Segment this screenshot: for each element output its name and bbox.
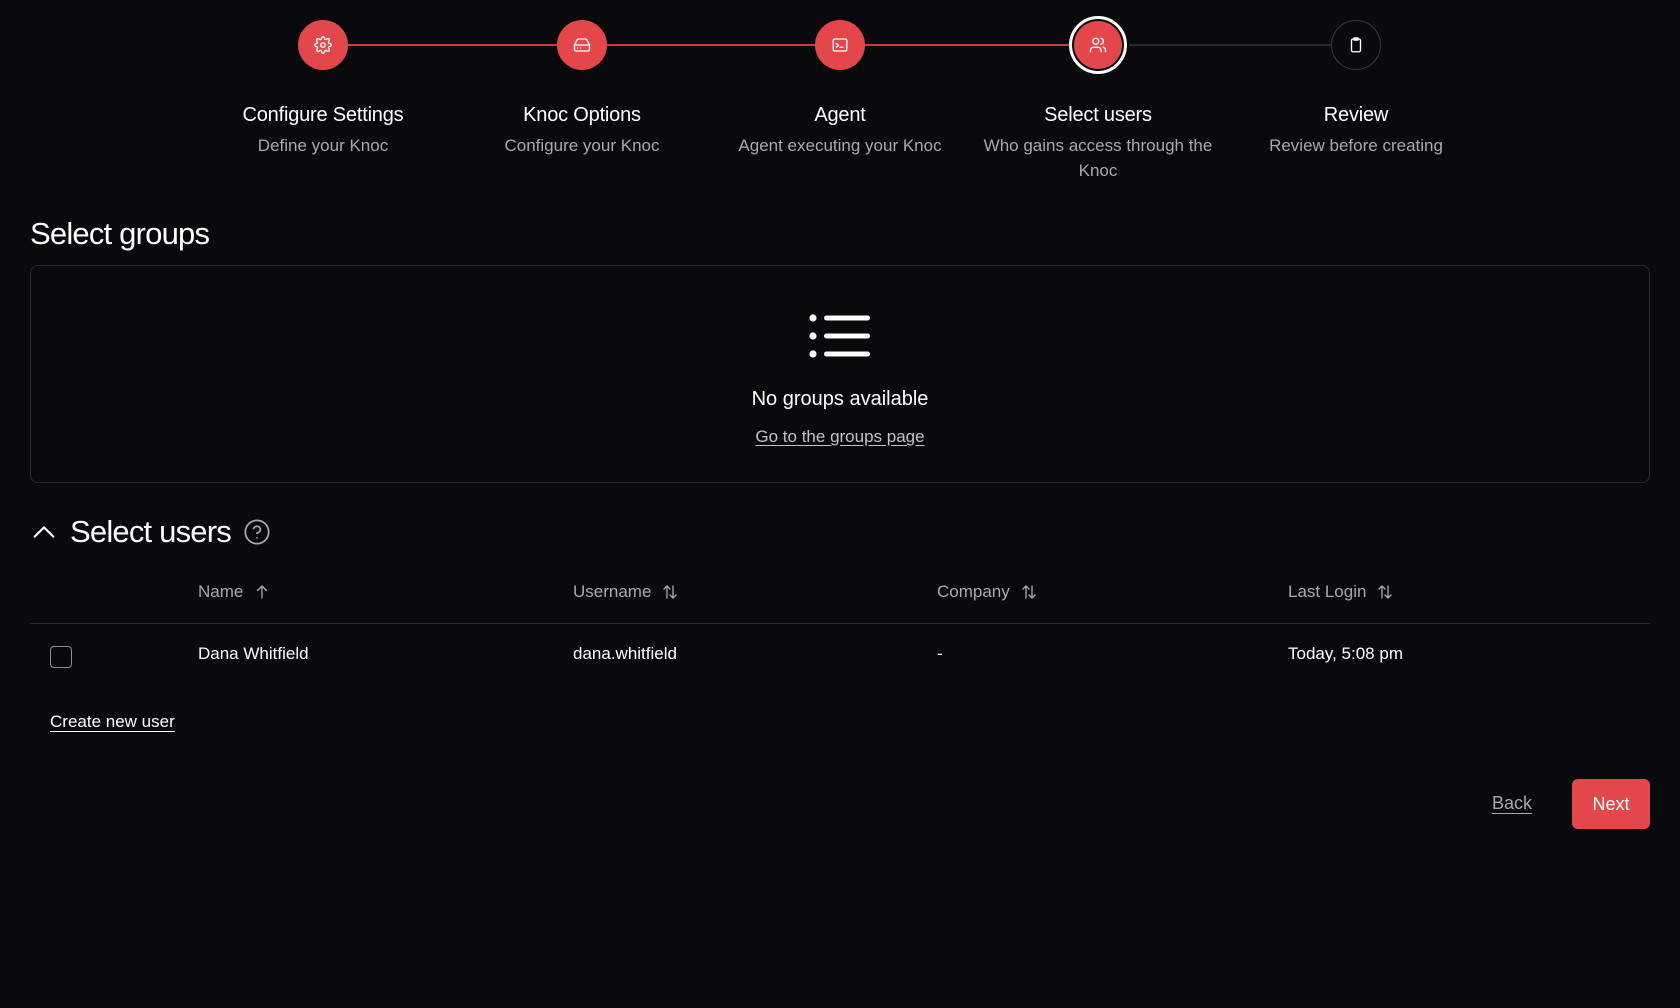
step-subtitle: Define your Knoc xyxy=(257,136,389,155)
step-title: Agent xyxy=(814,104,866,126)
step-circle xyxy=(298,20,348,70)
table-header: Name Username Company Last Login xyxy=(30,572,1650,624)
step-subtitle: Who gains access through the Knoc xyxy=(983,136,1213,180)
column-label: Username xyxy=(573,582,652,601)
wizard-stepper: Configure Settings Define your Knoc Knoc… xyxy=(0,0,1680,200)
column-header-company[interactable]: Company xyxy=(937,582,1038,602)
step-configure-settings[interactable]: Configure Settings Define your Knoc xyxy=(203,20,443,158)
back-button[interactable]: Back xyxy=(1492,793,1532,814)
step-review[interactable]: Review Review before creating xyxy=(1236,20,1476,158)
cell-name: Dana Whitfield xyxy=(198,644,309,663)
step-agent[interactable]: Agent Agent executing your Knoc xyxy=(720,20,960,158)
clipboard-icon xyxy=(1350,37,1362,53)
groups-empty-state: No groups available Go to the groups pag… xyxy=(30,265,1650,483)
step-circle xyxy=(815,20,865,70)
step-subtitle: Review before creating xyxy=(1269,136,1443,155)
go-to-groups-link[interactable]: Go to the groups page xyxy=(755,427,924,447)
chevron-up-icon[interactable] xyxy=(30,518,58,546)
row-checkbox[interactable] xyxy=(50,646,72,668)
step-knoc-options[interactable]: Knoc Options Configure your Knoc xyxy=(462,20,702,158)
drive-icon xyxy=(573,38,591,52)
sort-icon xyxy=(663,585,678,599)
cell-last-login: Today, 5:08 pm xyxy=(1288,644,1403,663)
sort-icon xyxy=(1378,585,1393,599)
users-section-title: Select users xyxy=(70,514,232,549)
step-select-users[interactable]: Select users Who gains access through th… xyxy=(978,16,1218,183)
step-circle xyxy=(1331,20,1381,70)
sort-icon xyxy=(1022,585,1036,599)
no-groups-message: No groups available xyxy=(751,388,929,410)
create-new-user-link[interactable]: Create new user xyxy=(50,712,175,732)
gear-icon xyxy=(314,36,332,54)
table-row[interactable]: Dana Whitfield dana.whitfield - Today, 5… xyxy=(30,624,1650,690)
cell-company: - xyxy=(937,644,943,663)
column-label: Company xyxy=(937,582,1010,601)
users-icon xyxy=(1089,37,1107,53)
step-subtitle: Agent executing your Knoc xyxy=(738,136,942,155)
next-button[interactable]: Next xyxy=(1572,779,1650,829)
users-table: Name Username Company Last Login Dana Wh… xyxy=(30,572,1650,690)
help-icon[interactable] xyxy=(243,518,271,546)
step-title: Select users xyxy=(1044,104,1152,126)
step-title: Review xyxy=(1323,104,1389,126)
step-title: Knoc Options xyxy=(523,104,641,126)
step-circle xyxy=(557,20,607,70)
step-circle xyxy=(1069,16,1127,74)
terminal-icon xyxy=(832,38,848,52)
step-title: Configure Settings xyxy=(242,104,404,126)
list-icon xyxy=(809,314,870,358)
users-section-header: Select users xyxy=(30,512,271,552)
column-header-name[interactable]: Name xyxy=(198,582,271,602)
column-label: Last Login xyxy=(1288,582,1367,601)
cell-username: dana.whitfield xyxy=(573,644,677,663)
column-header-last-login[interactable]: Last Login xyxy=(1288,582,1394,602)
step-subtitle: Configure your Knoc xyxy=(504,136,660,155)
sort-ascending-icon xyxy=(257,585,268,599)
column-header-username[interactable]: Username xyxy=(573,582,679,602)
groups-section-title: Select groups xyxy=(30,216,210,251)
column-label: Name xyxy=(198,582,244,601)
